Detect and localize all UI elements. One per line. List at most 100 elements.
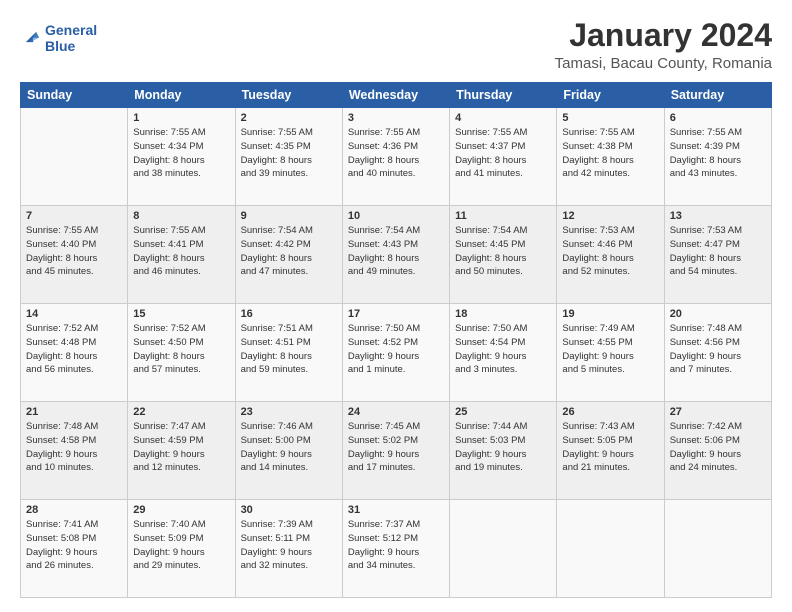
calendar-cell: 4 Sunrise: 7:55 AMSunset: 4:37 PMDaylight… — [450, 108, 557, 206]
calendar-cell — [664, 500, 771, 598]
logo-icon — [20, 26, 42, 48]
calendar-cell: 2 Sunrise: 7:55 AMSunset: 4:35 PMDaylight… — [235, 108, 342, 206]
day-number: 31 — [348, 504, 444, 516]
page-subtitle: Tamasi, Bacau County, Romania — [555, 55, 772, 72]
day-info: Sunrise: 7:50 AMSunset: 4:52 PMDaylight:… — [348, 322, 444, 377]
day-info: Sunrise: 7:54 AMSunset: 4:42 PMDaylight:… — [241, 224, 337, 279]
week-row-1: 1 Sunrise: 7:55 AMSunset: 4:34 PMDaylight… — [21, 108, 772, 206]
day-number: 27 — [670, 406, 766, 418]
day-number: 6 — [670, 112, 766, 124]
day-number: 16 — [241, 308, 337, 320]
calendar-cell: 21 Sunrise: 7:48 AMSunset: 4:58 PMDayligh… — [21, 402, 128, 500]
day-info: Sunrise: 7:37 AMSunset: 5:12 PMDaylight:… — [348, 518, 444, 573]
weekday-friday: Friday — [557, 83, 664, 108]
day-number: 23 — [241, 406, 337, 418]
page-title: January 2024 — [555, 18, 772, 53]
day-info: Sunrise: 7:55 AMSunset: 4:39 PMDaylight:… — [670, 126, 766, 181]
logo: General Blue — [20, 22, 97, 54]
day-info: Sunrise: 7:41 AMSunset: 5:08 PMDaylight:… — [26, 518, 122, 573]
calendar-cell: 19 Sunrise: 7:49 AMSunset: 4:55 PMDayligh… — [557, 304, 664, 402]
day-info: Sunrise: 7:51 AMSunset: 4:51 PMDaylight:… — [241, 322, 337, 377]
day-info: Sunrise: 7:53 AMSunset: 4:46 PMDaylight:… — [562, 224, 658, 279]
day-number: 11 — [455, 210, 551, 222]
day-number: 21 — [26, 406, 122, 418]
calendar-cell: 1 Sunrise: 7:55 AMSunset: 4:34 PMDaylight… — [128, 108, 235, 206]
calendar-cell: 3Sunrise: 7:55 AMSunset: 4:36 PMDaylight… — [342, 108, 449, 206]
calendar-cell: 20 Sunrise: 7:48 AMSunset: 4:56 PMDayligh… — [664, 304, 771, 402]
calendar-cell: 16 Sunrise: 7:51 AMSunset: 4:51 PMDayligh… — [235, 304, 342, 402]
calendar-cell: 15Sunrise: 7:52 AMSunset: 4:50 PMDayligh… — [128, 304, 235, 402]
weekday-sunday: Sunday — [21, 83, 128, 108]
title-block: January 2024 Tamasi, Bacau County, Roman… — [555, 18, 772, 72]
day-number: 2 — [241, 112, 337, 124]
day-number: 25 — [455, 406, 551, 418]
weekday-saturday: Saturday — [664, 83, 771, 108]
day-number: 22 — [133, 406, 229, 418]
day-number: 8 — [133, 210, 229, 222]
day-number: 18 — [455, 308, 551, 320]
calendar-cell: 14 Sunrise: 7:52 AMSunset: 4:48 PMDayligh… — [21, 304, 128, 402]
calendar-cell: 6 Sunrise: 7:55 AMSunset: 4:39 PMDaylight… — [664, 108, 771, 206]
day-info: Sunrise: 7:55 AMSunset: 4:34 PMDaylight:… — [133, 126, 229, 181]
header: General Blue January 2024 Tamasi, Bacau … — [20, 18, 772, 72]
page: General Blue January 2024 Tamasi, Bacau … — [0, 0, 792, 612]
calendar-table: SundayMondayTuesdayWednesdayThursdayFrid… — [20, 82, 772, 598]
week-row-4: 21 Sunrise: 7:48 AMSunset: 4:58 PMDayligh… — [21, 402, 772, 500]
calendar-cell: 11 Sunrise: 7:54 AMSunset: 4:45 PMDayligh… — [450, 206, 557, 304]
day-number: 17 — [348, 308, 444, 320]
calendar-cell: 7Sunrise: 7:55 AMSunset: 4:40 PMDaylight… — [21, 206, 128, 304]
calendar-cell: 24 Sunrise: 7:45 AMSunset: 5:02 PMDayligh… — [342, 402, 449, 500]
day-number: 20 — [670, 308, 766, 320]
day-info: Sunrise: 7:48 AMSunset: 4:56 PMDaylight:… — [670, 322, 766, 377]
calendar-cell — [450, 500, 557, 598]
day-number: 5 — [562, 112, 658, 124]
day-number: 10 — [348, 210, 444, 222]
day-number: 28 — [26, 504, 122, 516]
day-info: Sunrise: 7:49 AMSunset: 4:55 PMDaylight:… — [562, 322, 658, 377]
calendar-cell — [557, 500, 664, 598]
calendar-cell: 31 Sunrise: 7:37 AMSunset: 5:12 PMDayligh… — [342, 500, 449, 598]
calendar-cell: 29Sunrise: 7:40 AMSunset: 5:09 PMDayligh… — [128, 500, 235, 598]
day-info: Sunrise: 7:55 AMSunset: 4:36 PMDaylight:… — [348, 126, 444, 181]
day-number: 26 — [562, 406, 658, 418]
day-number: 12 — [562, 210, 658, 222]
day-info: Sunrise: 7:45 AMSunset: 5:02 PMDaylight:… — [348, 420, 444, 475]
day-info: Sunrise: 7:55 AMSunset: 4:40 PMDaylight:… — [26, 224, 122, 279]
day-number: 14 — [26, 308, 122, 320]
calendar-cell: 10 Sunrise: 7:54 AMSunset: 4:43 PMDayligh… — [342, 206, 449, 304]
calendar-cell: 27Sunrise: 7:42 AMSunset: 5:06 PMDayligh… — [664, 402, 771, 500]
day-info: Sunrise: 7:40 AMSunset: 5:09 PMDaylight:… — [133, 518, 229, 573]
day-number: 24 — [348, 406, 444, 418]
day-info: Sunrise: 7:46 AMSunset: 5:00 PMDaylight:… — [241, 420, 337, 475]
weekday-thursday: Thursday — [450, 83, 557, 108]
calendar-cell — [21, 108, 128, 206]
day-info: Sunrise: 7:55 AMSunset: 4:37 PMDaylight:… — [455, 126, 551, 181]
day-number: 1 — [133, 112, 229, 124]
calendar-cell: 13Sunrise: 7:53 AMSunset: 4:47 PMDayligh… — [664, 206, 771, 304]
day-info: Sunrise: 7:43 AMSunset: 5:05 PMDaylight:… — [562, 420, 658, 475]
day-info: Sunrise: 7:44 AMSunset: 5:03 PMDaylight:… — [455, 420, 551, 475]
day-info: Sunrise: 7:50 AMSunset: 4:54 PMDaylight:… — [455, 322, 551, 377]
day-info: Sunrise: 7:52 AMSunset: 4:48 PMDaylight:… — [26, 322, 122, 377]
calendar-cell: 12 Sunrise: 7:53 AMSunset: 4:46 PMDayligh… — [557, 206, 664, 304]
calendar-cell: 22 Sunrise: 7:47 AMSunset: 4:59 PMDayligh… — [128, 402, 235, 500]
week-row-3: 14 Sunrise: 7:52 AMSunset: 4:48 PMDayligh… — [21, 304, 772, 402]
weekday-wednesday: Wednesday — [342, 83, 449, 108]
day-info: Sunrise: 7:54 AMSunset: 4:45 PMDaylight:… — [455, 224, 551, 279]
week-row-5: 28 Sunrise: 7:41 AMSunset: 5:08 PMDayligh… — [21, 500, 772, 598]
day-info: Sunrise: 7:54 AMSunset: 4:43 PMDaylight:… — [348, 224, 444, 279]
week-row-2: 7Sunrise: 7:55 AMSunset: 4:40 PMDaylight… — [21, 206, 772, 304]
day-info: Sunrise: 7:48 AMSunset: 4:58 PMDaylight:… — [26, 420, 122, 475]
day-number: 4 — [455, 112, 551, 124]
day-info: Sunrise: 7:55 AMSunset: 4:35 PMDaylight:… — [241, 126, 337, 181]
day-number: 30 — [241, 504, 337, 516]
calendar-cell: 18 Sunrise: 7:50 AMSunset: 4:54 PMDayligh… — [450, 304, 557, 402]
day-info: Sunrise: 7:39 AMSunset: 5:11 PMDaylight:… — [241, 518, 337, 573]
weekday-tuesday: Tuesday — [235, 83, 342, 108]
calendar-cell: 26 Sunrise: 7:43 AMSunset: 5:05 PMDayligh… — [557, 402, 664, 500]
day-info: Sunrise: 7:55 AMSunset: 4:38 PMDaylight:… — [562, 126, 658, 181]
day-number: 19 — [562, 308, 658, 320]
day-info: Sunrise: 7:52 AMSunset: 4:50 PMDaylight:… — [133, 322, 229, 377]
calendar-cell: 9Sunrise: 7:54 AMSunset: 4:42 PMDaylight… — [235, 206, 342, 304]
day-info: Sunrise: 7:47 AMSunset: 4:59 PMDaylight:… — [133, 420, 229, 475]
